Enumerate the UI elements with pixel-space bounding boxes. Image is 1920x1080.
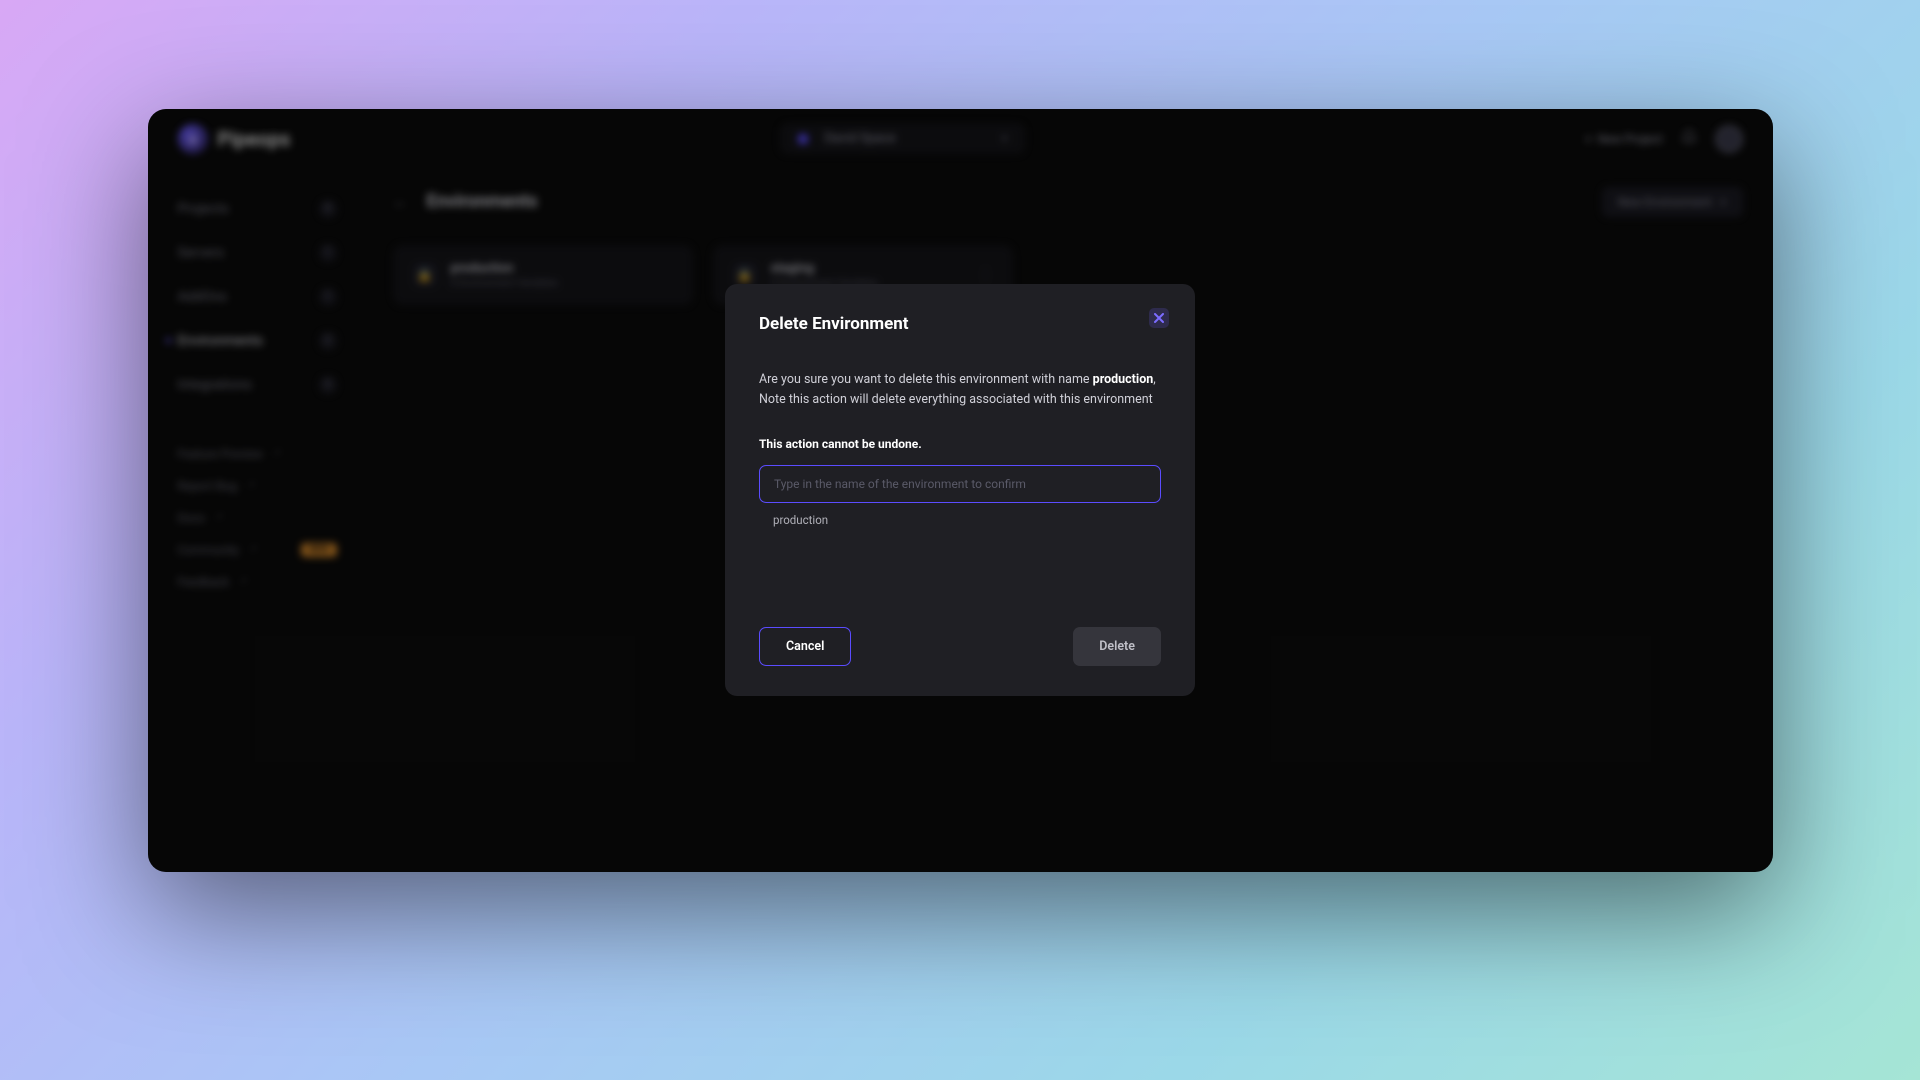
confirm-name-input[interactable] bbox=[759, 465, 1161, 503]
close-button[interactable] bbox=[1149, 308, 1169, 328]
delete-environment-modal: Delete Environment Are you sure you want… bbox=[725, 284, 1195, 696]
modal-text-prefix: Are you sure you want to delete this env… bbox=[759, 372, 1093, 387]
modal-description: Are you sure you want to delete this env… bbox=[759, 370, 1161, 411]
modal-overlay: Delete Environment Are you sure you want… bbox=[148, 109, 1773, 872]
app-window: Pipeops David Space ▾ + New Project bbox=[148, 109, 1773, 872]
delete-button[interactable]: Delete bbox=[1073, 627, 1161, 666]
close-icon bbox=[1154, 313, 1164, 323]
modal-actions: Cancel Delete bbox=[759, 627, 1161, 666]
modal-warning: This action cannot be undone. bbox=[759, 437, 1161, 451]
modal-environment-name: production bbox=[1093, 372, 1154, 387]
cancel-button[interactable]: Cancel bbox=[759, 627, 851, 666]
modal-hint-text: production bbox=[759, 513, 1161, 527]
modal-title: Delete Environment bbox=[759, 314, 1161, 334]
